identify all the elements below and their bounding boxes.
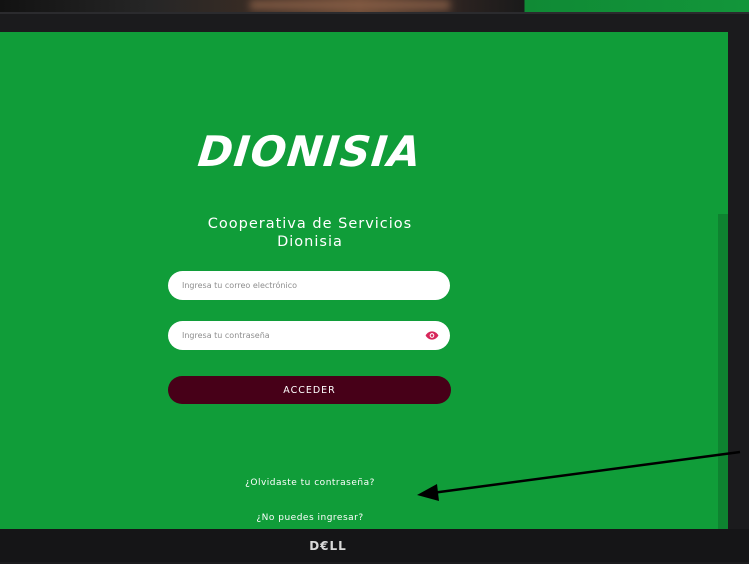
organization-name: Cooperativa de Servicios Dionisia bbox=[140, 215, 480, 251]
photo-blur bbox=[250, 0, 450, 10]
cannot-login-link[interactable]: ¿No puedes ingresar? bbox=[160, 513, 460, 523]
monitor-bottom-bezel bbox=[0, 529, 749, 562]
subtitle-line-1: Cooperativa de Servicios bbox=[207, 216, 413, 232]
email-input[interactable] bbox=[168, 271, 450, 300]
subtitle-line-2: Dionisia bbox=[277, 234, 343, 250]
password-input[interactable] bbox=[168, 321, 450, 350]
dionisia-logo: DIONISIA bbox=[195, 127, 425, 176]
login-button[interactable]: ACCEDER bbox=[168, 376, 451, 404]
dell-logo: D€LL bbox=[309, 539, 347, 553]
eye-icon[interactable] bbox=[425, 329, 439, 342]
forgot-password-link[interactable]: ¿Olvidaste tu contraseña? bbox=[160, 478, 460, 488]
screen-edge-shadow bbox=[718, 214, 728, 529]
